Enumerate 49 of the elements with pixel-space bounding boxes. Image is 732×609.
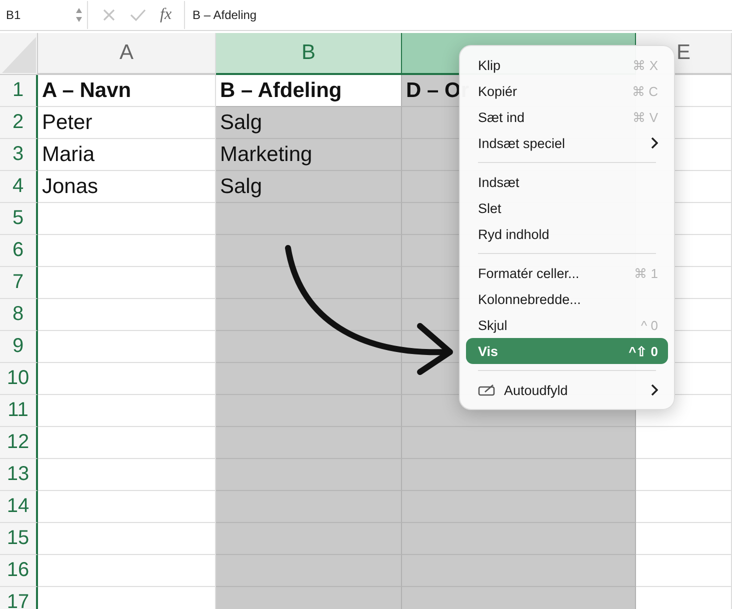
table-cell: Marketing [216, 139, 402, 171]
menu-item[interactable]: Sæt ind ⌘ V [466, 104, 668, 130]
row-header[interactable]: 3 [0, 139, 38, 171]
shortcut-label: ^ 0 [641, 318, 658, 332]
row-header[interactable]: 13 [0, 459, 38, 491]
table-cell: Peter [38, 107, 216, 139]
column-header[interactable]: A [38, 33, 216, 75]
row-header[interactable]: 12 [0, 427, 38, 459]
row-header[interactable]: 2 [0, 107, 38, 139]
row-header[interactable]: 10 [0, 363, 38, 395]
row-header[interactable]: 1 [0, 75, 38, 107]
menu-item[interactable]: Kolonnebredde... [466, 286, 668, 312]
row-header[interactable]: 15 [0, 523, 38, 555]
table-cell: A – Navn [38, 75, 216, 107]
row-header[interactable]: 14 [0, 491, 38, 523]
column-header[interactable]: B [216, 33, 402, 75]
check-icon[interactable] [130, 8, 146, 22]
stepper-icon [75, 7, 83, 23]
table-cell: B – Afdeling [216, 75, 402, 107]
insert-function-button[interactable]: fx [160, 6, 172, 24]
shortcut-label: ⌘ 1 [634, 266, 658, 280]
row-header[interactable]: 5 [0, 203, 38, 235]
menu-item[interactable]: Indsæt speciel [466, 130, 668, 156]
table-cell: Jonas [38, 171, 216, 203]
table-cell: Maria [38, 139, 216, 171]
menu-item[interactable]: Formatér celler... ⌘ 1 [466, 260, 668, 286]
shortcut-label: ^⇧ 0 [628, 344, 658, 358]
select-all-corner[interactable] [0, 33, 38, 75]
row-header[interactable]: 4 [0, 171, 38, 203]
row-header[interactable]: 17 [0, 587, 38, 609]
shortcut-label: ⌘ V [632, 110, 658, 124]
row-header[interactable]: 6 [0, 235, 38, 267]
menu-item[interactable]: Autoudfyld [466, 377, 668, 403]
menu-item[interactable]: Vis ^⇧ 0 [466, 338, 668, 364]
name-box[interactable]: B1 [0, 1, 88, 29]
row-header[interactable]: 7 [0, 267, 38, 299]
menu-item[interactable]: Skjul ^ 0 [466, 312, 668, 338]
cancel-icon[interactable] [102, 8, 116, 22]
menu-item[interactable]: Slet [466, 195, 668, 221]
row-header[interactable]: 9 [0, 331, 38, 363]
table-cell: Salg [216, 171, 402, 203]
table-cell: Salg [216, 107, 402, 139]
formula-field[interactable]: B – Afdeling [184, 1, 732, 29]
menu-item[interactable]: Ryd indhold [466, 221, 668, 247]
menu-item[interactable]: Indsæt [466, 169, 668, 195]
autofill-icon [478, 384, 496, 396]
row-header[interactable]: 11 [0, 395, 38, 427]
row-header[interactable]: 8 [0, 299, 38, 331]
row-header[interactable]: 16 [0, 555, 38, 587]
